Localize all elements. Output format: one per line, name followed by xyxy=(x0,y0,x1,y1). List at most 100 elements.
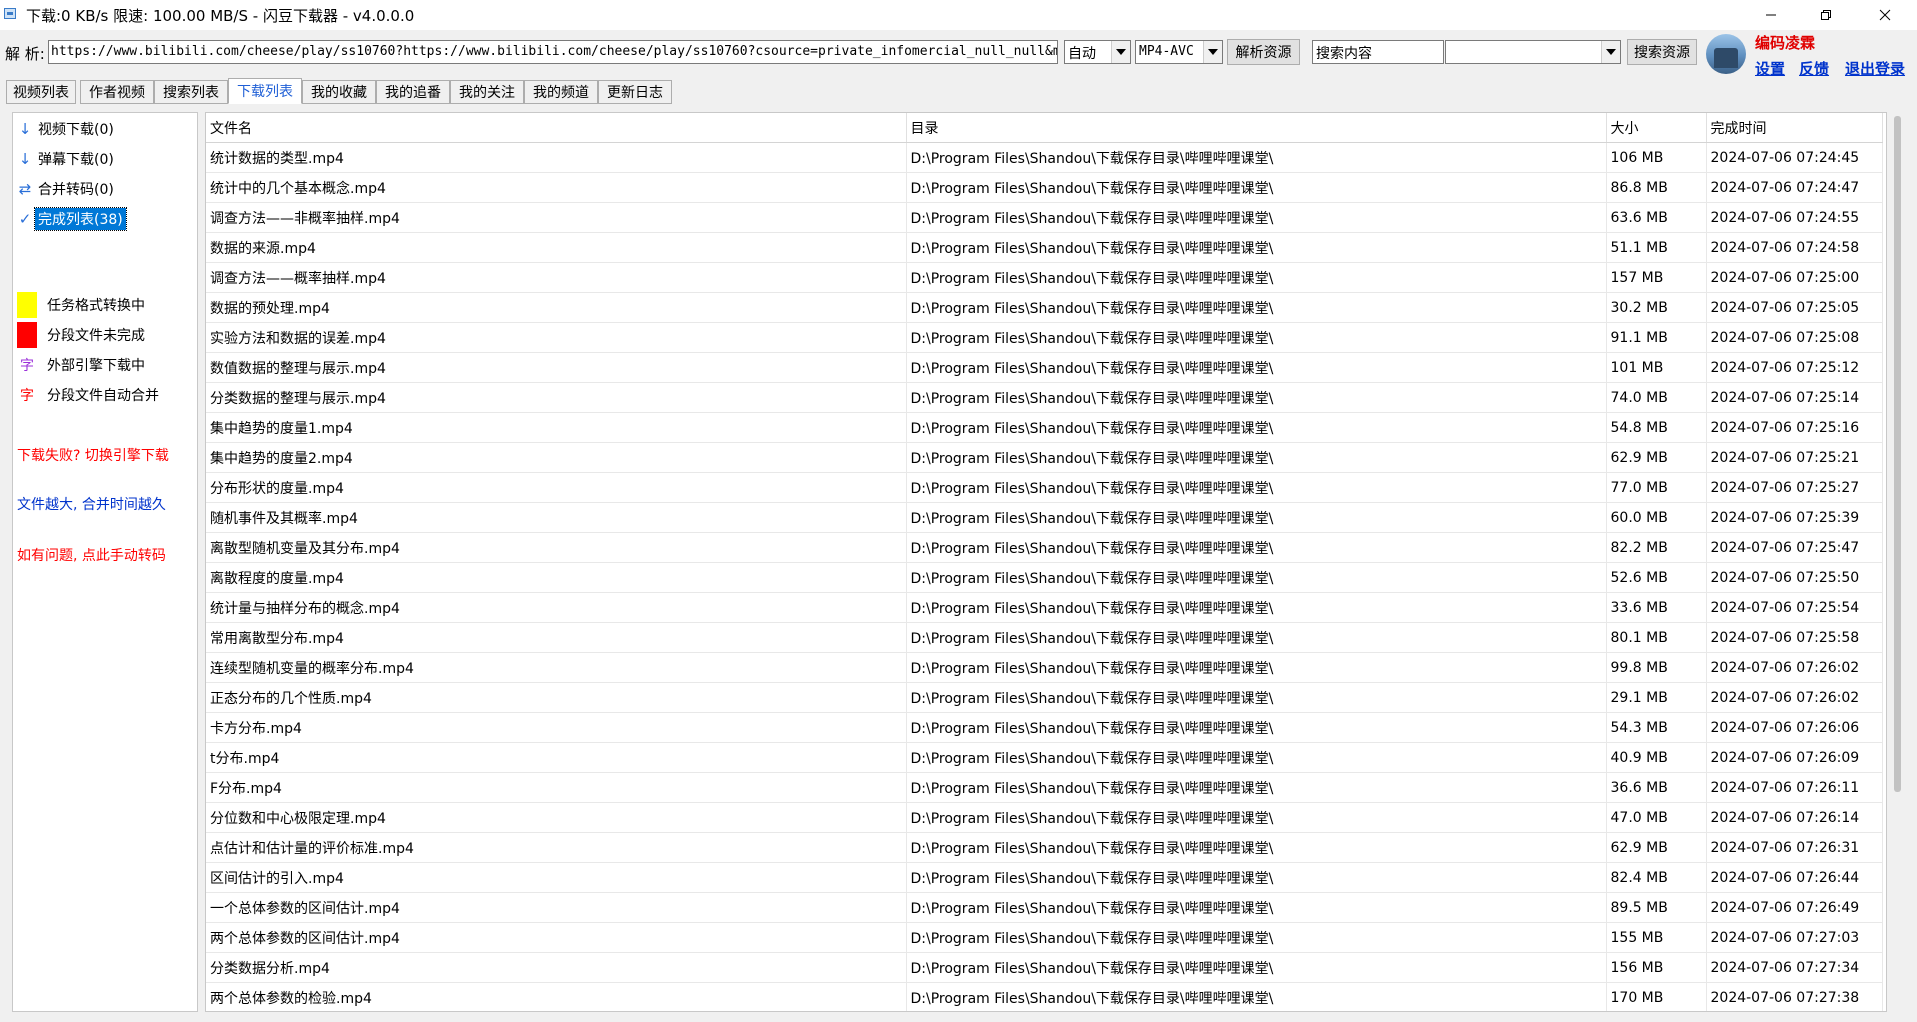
cell-size: 155 MB xyxy=(1606,922,1707,953)
merge-time-note: 文件越大, 合并时间越久 xyxy=(17,497,166,513)
tab-my-follows[interactable]: 我的关注 xyxy=(450,80,524,104)
tab-my-bangumi[interactable]: 我的追番 xyxy=(376,80,450,104)
cell-size: 33.6 MB xyxy=(1606,592,1707,623)
column-header-directory[interactable]: 目录 xyxy=(906,113,1607,143)
table-row[interactable]: 两个总体参数的检验.mp4 D:\Program Files\Shandou\下载… xyxy=(206,982,1883,1011)
restore-button[interactable] xyxy=(1803,0,1849,30)
sidebar-item-label: 合并转码(0) xyxy=(38,182,114,198)
table-row[interactable]: 数值数据的整理与展示.mp4 D:\Program Files\Shandou\下… xyxy=(206,352,1883,383)
tab-my-favorites[interactable]: 我的收藏 xyxy=(302,80,376,104)
table-row[interactable]: 卡方分布.mp4 D:\Program Files\Shandou\下载保存目录\… xyxy=(206,712,1883,743)
tab-search-list[interactable]: 搜索列表 xyxy=(154,80,228,104)
table-row[interactable]: 常用离散型分布.mp4 D:\Program Files\Shandou\下载保存… xyxy=(206,622,1883,653)
cell-size: 170 MB xyxy=(1606,982,1707,1011)
cell-size: 62.9 MB xyxy=(1606,442,1707,473)
table-row[interactable]: 区间估计的引入.mp4 D:\Program Files\Shandou\下载保存… xyxy=(206,862,1883,893)
table-row[interactable]: 分类数据的整理与展示.mp4 D:\Program Files\Shandou\下… xyxy=(206,382,1883,413)
cell-directory: D:\Program Files\Shandou\下载保存目录\哔哩哔哩课堂\ xyxy=(906,892,1607,923)
parse-button[interactable]: 解析资源 xyxy=(1227,39,1300,65)
codec-select-value: MP4-AVC xyxy=(1139,44,1194,59)
table-row[interactable]: 分类数据分析.mp4 D:\Program Files\Shandou\下载保存目… xyxy=(206,952,1883,983)
codec-select[interactable]: MP4-AVC xyxy=(1135,40,1223,64)
mode-select[interactable]: 自动 xyxy=(1064,40,1131,64)
cell-size: 60.0 MB xyxy=(1606,502,1707,533)
cell-directory: D:\Program Files\Shandou\下载保存目录\哔哩哔哩课堂\ xyxy=(906,622,1607,653)
minimize-icon xyxy=(1766,14,1776,16)
red-swatch xyxy=(17,322,37,348)
chevron-down-icon[interactable] xyxy=(1111,41,1130,63)
table-row[interactable]: 集中趋势的度量2.mp4 D:\Program Files\Shandou\下载保… xyxy=(206,442,1883,473)
table-row[interactable]: 数据的来源.mp4 D:\Program Files\Shandou\下载保存目录… xyxy=(206,232,1883,263)
logout-link[interactable]: 退出登录 xyxy=(1845,58,1905,79)
table-row[interactable]: t分布.mp4 D:\Program Files\Shandou\下载保存目录\哔… xyxy=(206,742,1883,773)
table-row[interactable]: 随机事件及其概率.mp4 D:\Program Files\Shandou\下载保… xyxy=(206,502,1883,533)
table-row[interactable]: 正态分布的几个性质.mp4 D:\Program Files\Shandou\下载… xyxy=(206,682,1883,713)
table-row[interactable]: F分布.mp4 D:\Program Files\Shandou\下载保存目录\哔… xyxy=(206,772,1883,803)
cell-completed-time: 2024-07-06 07:26:49 xyxy=(1706,892,1883,923)
cell-filename: 两个总体参数的检验.mp4 xyxy=(206,982,907,1011)
minimize-button[interactable] xyxy=(1748,0,1794,30)
table-row[interactable]: 统计量与抽样分布的概念.mp4 D:\Program Files\Shandou\… xyxy=(206,592,1883,623)
cell-directory: D:\Program Files\Shandou\下载保存目录\哔哩哔哩课堂\ xyxy=(906,502,1607,533)
table-row[interactable]: 分布形状的度量.mp4 D:\Program Files\Shandou\下载保存… xyxy=(206,472,1883,503)
cell-filename: 统计中的几个基本概念.mp4 xyxy=(206,172,907,203)
chevron-down-icon[interactable] xyxy=(1601,41,1620,63)
tab-changelog[interactable]: 更新日志 xyxy=(598,80,672,104)
search-dropdown[interactable] xyxy=(1445,40,1621,64)
sidebar-item-merge-transcode[interactable]: ⇄ 合并转码(0) xyxy=(15,178,117,200)
tab-my-channels[interactable]: 我的频道 xyxy=(524,80,598,104)
table-row[interactable]: 统计数据的类型.mp4 D:\Program Files\Shandou\下载保存… xyxy=(206,142,1883,173)
sidebar-item-completed-list[interactable]: ✓ 完成列表(38) xyxy=(15,207,127,231)
settings-link[interactable]: 设置 xyxy=(1755,58,1785,79)
search-input[interactable]: 搜索内容 xyxy=(1312,40,1444,64)
tab-author-videos[interactable]: 作者视频 xyxy=(80,80,154,104)
table-row[interactable]: 集中趋势的度量1.mp4 D:\Program Files\Shandou\下载保… xyxy=(206,412,1883,443)
url-input[interactable]: https://www.bilibili.com/cheese/play/ss1… xyxy=(48,40,1058,64)
table-row[interactable]: 统计中的几个基本概念.mp4 D:\Program Files\Shandou\下… xyxy=(206,172,1883,203)
table-row[interactable]: 实验方法和数据的误差.mp4 D:\Program Files\Shandou\下… xyxy=(206,322,1883,353)
table-row[interactable]: 连续型随机变量的概率分布.mp4 D:\Program Files\Shandou… xyxy=(206,652,1883,683)
table-row[interactable]: 调查方法——非概率抽样.mp4 D:\Program Files\Shandou\… xyxy=(206,202,1883,233)
avatar[interactable] xyxy=(1706,34,1746,74)
chevron-down-icon[interactable] xyxy=(1203,41,1222,63)
cell-directory: D:\Program Files\Shandou\下载保存目录\哔哩哔哩课堂\ xyxy=(906,142,1607,173)
switch-engine-link[interactable]: 下载失败? 切换引擎下载 xyxy=(17,445,169,465)
table-row[interactable]: 调查方法——概率抽样.mp4 D:\Program Files\Shandou\下… xyxy=(206,262,1883,293)
cell-size: 101 MB xyxy=(1606,352,1707,383)
table-row[interactable]: 点估计和估计量的评价标准.mp4 D:\Program Files\Shandou… xyxy=(206,832,1883,863)
cell-size: 86.8 MB xyxy=(1606,172,1707,203)
table-row[interactable]: 两个总体参数的区间估计.mp4 D:\Program Files\Shandou\… xyxy=(206,922,1883,953)
manual-transcode-link[interactable]: 如有问题, 点此手动转码 xyxy=(17,545,166,565)
cell-directory: D:\Program Files\Shandou\下载保存目录\哔哩哔哩课堂\ xyxy=(906,472,1607,503)
table-row[interactable]: 分位数和中心极限定理.mp4 D:\Program Files\Shandou\下… xyxy=(206,802,1883,833)
cell-completed-time: 2024-07-06 07:26:44 xyxy=(1706,862,1883,893)
table-row[interactable]: 一个总体参数的区间估计.mp4 D:\Program Files\Shandou\… xyxy=(206,892,1883,923)
feedback-link[interactable]: 反馈 xyxy=(1799,58,1829,79)
cell-completed-time: 2024-07-06 07:25:14 xyxy=(1706,382,1883,413)
cell-filename: 分位数和中心极限定理.mp4 xyxy=(206,802,907,833)
tab-download-list[interactable]: 下载列表 xyxy=(228,78,302,104)
check-icon: ✓ xyxy=(18,210,32,228)
search-button[interactable]: 搜索资源 xyxy=(1627,39,1697,65)
table-row[interactable]: 数据的预处理.mp4 D:\Program Files\Shandou\下载保存目… xyxy=(206,292,1883,323)
sidebar-item-video-download[interactable]: ↓ 视频下载(0) xyxy=(15,118,117,140)
cell-size: 82.4 MB xyxy=(1606,862,1707,893)
close-button[interactable] xyxy=(1862,0,1908,30)
cell-directory: D:\Program Files\Shandou\下载保存目录\哔哩哔哩课堂\ xyxy=(906,442,1607,473)
cell-directory: D:\Program Files\Shandou\下载保存目录\哔哩哔哩课堂\ xyxy=(906,322,1607,353)
cell-directory: D:\Program Files\Shandou\下载保存目录\哔哩哔哩课堂\ xyxy=(906,802,1607,833)
sidebar-item-danmaku-download[interactable]: ↓ 弹幕下载(0) xyxy=(15,148,117,170)
column-header-completed-time[interactable]: 完成时间 xyxy=(1706,113,1883,143)
scrollbar-thumb[interactable] xyxy=(1894,116,1901,792)
table-row[interactable]: 离散程度的度量.mp4 D:\Program Files\Shandou\下载保存… xyxy=(206,562,1883,593)
column-header-size[interactable]: 大小 xyxy=(1606,113,1707,143)
cell-completed-time: 2024-07-06 07:27:03 xyxy=(1706,922,1883,953)
tab-video-list[interactable]: 视频列表 xyxy=(6,80,76,104)
vertical-scrollbar[interactable] xyxy=(1889,112,1906,1012)
mode-select-value: 自动 xyxy=(1068,46,1096,62)
column-header-filename[interactable]: 文件名 xyxy=(206,113,907,143)
close-icon xyxy=(1879,9,1891,21)
table-row[interactable]: 离散型随机变量及其分布.mp4 D:\Program Files\Shandou\… xyxy=(206,532,1883,563)
legend-external-engine: 字 外部引擎下载中 xyxy=(17,352,145,378)
cell-directory: D:\Program Files\Shandou\下载保存目录\哔哩哔哩课堂\ xyxy=(906,562,1607,593)
